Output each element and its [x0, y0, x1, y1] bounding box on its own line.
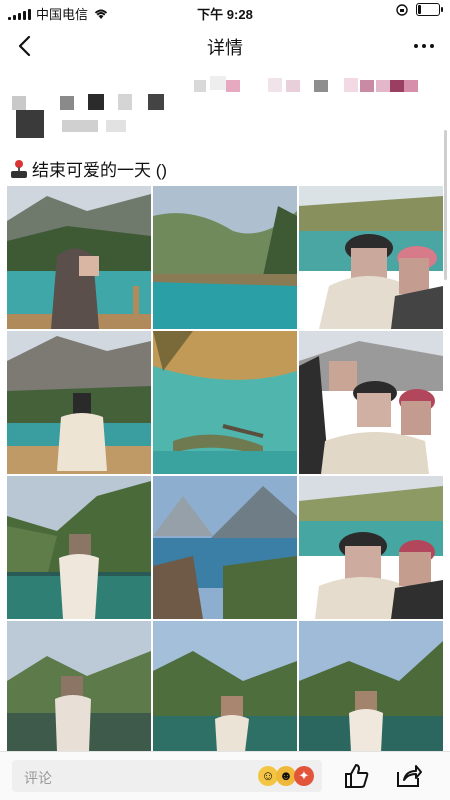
nav-bar: 详情: [0, 28, 450, 64]
photo-valley-lake[interactable]: [153, 476, 297, 619]
battery-icon: [416, 3, 443, 16]
more-icon[interactable]: [410, 34, 438, 58]
photo-person-bridge[interactable]: [153, 621, 297, 764]
photo-lake-mountains[interactable]: [153, 186, 297, 329]
scrollbar[interactable]: [444, 130, 447, 280]
photo-lake-person[interactable]: [7, 186, 151, 329]
bottom-bar: 评论 ☺ ☻ ✦: [0, 751, 450, 800]
status-time: 下午 9:28: [197, 7, 253, 22]
photo-person-forest[interactable]: [299, 621, 443, 764]
status-right: [396, 3, 443, 16]
photo-person-walk[interactable]: [7, 621, 151, 764]
photo-person-coat[interactable]: [7, 331, 151, 474]
gift-emoji-icon[interactable]: ✦: [294, 766, 314, 786]
photo-turquoise-lake[interactable]: [153, 331, 297, 474]
page-title: 详情: [207, 38, 243, 58]
laugh-emoji-icon[interactable]: ☻: [276, 766, 296, 786]
comment-input[interactable]: 评论 ☺ ☻ ✦: [12, 760, 322, 792]
redacted-username: [190, 74, 450, 96]
grin-emoji-icon[interactable]: ☺: [258, 766, 278, 786]
rotation-lock-icon: [396, 3, 408, 16]
photo-grid: [7, 186, 443, 752]
post-caption: 结束可爱的一天 (): [10, 156, 167, 181]
post-text: 结束可爱的一天 (): [32, 161, 168, 180]
photo-selfie-two-b[interactable]: [299, 476, 443, 619]
redacted-avatar: [10, 92, 190, 142]
photo-person-railing[interactable]: [7, 476, 151, 619]
photo-selfie-two[interactable]: [299, 186, 443, 329]
status-bar: 中国电信 下午 9:28: [0, 0, 450, 24]
photo-selfie-three[interactable]: [299, 331, 443, 474]
share-icon[interactable]: [394, 762, 422, 790]
joystick-icon: [11, 159, 27, 178]
thumbs-up-icon[interactable]: [342, 762, 370, 790]
comment-placeholder: 评论: [24, 770, 52, 786]
